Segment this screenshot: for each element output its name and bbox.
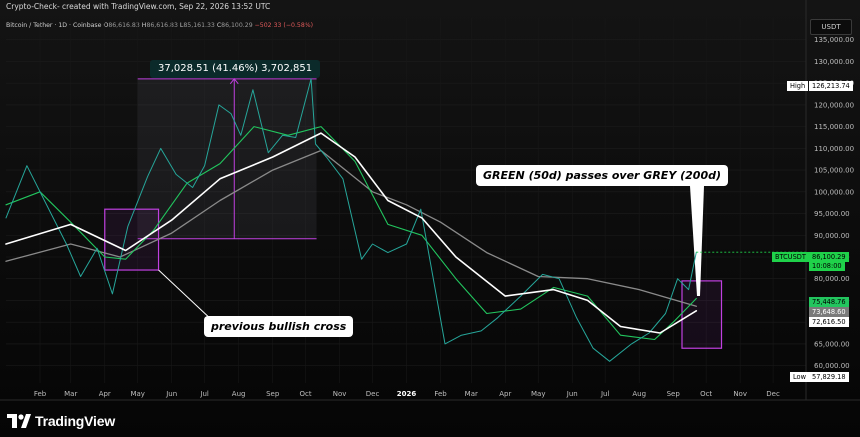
- ma50-value: 75,448.76: [809, 297, 849, 307]
- y-tick-label: 90,000.00: [814, 232, 850, 240]
- current-cross-box: [681, 280, 723, 349]
- x-tick-label: Sep: [667, 390, 681, 398]
- x-tick-label: Aug: [632, 390, 646, 398]
- y-tick-label: 95,000.00: [814, 210, 850, 218]
- x-tick-label: Mar: [64, 390, 77, 398]
- x-tick-label: May: [130, 390, 144, 398]
- x-tick-label: Jun: [165, 390, 177, 398]
- chart-root: Crypto-Check- created with TradingView.c…: [0, 0, 860, 437]
- symbol-tag: BTCUSDT: [772, 252, 809, 262]
- tradingview-logo[interactable]: TradingView: [7, 412, 115, 430]
- x-tick-label: Jun: [566, 390, 578, 398]
- high-value: 126,213.74: [809, 81, 853, 91]
- x-tick-label: Feb: [34, 390, 47, 398]
- ma200-value: 73,648.60: [809, 307, 849, 317]
- countdown: 10:08:00: [809, 261, 845, 271]
- y-tick-label: 115,000.00: [814, 123, 854, 131]
- y-tick-label: 100,000.00: [814, 188, 854, 196]
- x-tick-label: Sep: [266, 390, 280, 398]
- x-tick-label: 2026: [397, 390, 417, 398]
- high-tag: High: [787, 81, 809, 91]
- x-tick-label: Jul: [199, 390, 209, 398]
- x-tick-label: Mar: [465, 390, 478, 398]
- white-ma-value: 72,616.50: [809, 317, 849, 327]
- x-tick-label: Nov: [733, 390, 747, 398]
- x-tick-label: May: [531, 390, 545, 398]
- x-tick-label: Jul: [600, 390, 610, 398]
- low-value: 57,829.18: [809, 372, 849, 382]
- y-tick-label: 135,000.00: [814, 36, 854, 44]
- y-tick-label: 110,000.00: [814, 145, 854, 153]
- time-axis[interactable]: Feb Mar Apr May Jun Jul Aug Sep Oct Nov Dec 2026 Feb…: [0, 390, 860, 401]
- measure-label: 37,028.51 (41.46%) 3,702,851: [150, 60, 321, 78]
- y-tick-label: 60,000.00: [814, 362, 850, 370]
- cross-note: GREEN (50d) passes over GREY (200d): [476, 165, 728, 186]
- prev-note-pointer: [158, 269, 215, 323]
- x-tick-label: Oct: [700, 390, 712, 398]
- y-tick-label: 80,000.00: [814, 275, 850, 283]
- x-tick-label: Oct: [300, 390, 312, 398]
- x-tick-label: Apr: [99, 390, 111, 398]
- x-tick-label: Dec: [766, 390, 780, 398]
- x-tick-label: Apr: [499, 390, 511, 398]
- y-tick-label: 130,000.00: [814, 58, 854, 66]
- price-chart[interactable]: 135,000.00130,000.00125,000.00120,000.00…: [0, 0, 860, 437]
- x-tick-label: Dec: [366, 390, 380, 398]
- x-tick-label: Feb: [434, 390, 447, 398]
- x-tick-label: Nov: [333, 390, 347, 398]
- cross-note-pointer: [690, 186, 704, 296]
- y-tick-label: 120,000.00: [814, 101, 854, 109]
- tradingview-logo-text: TradingView: [35, 413, 116, 429]
- prev-cross-box: [104, 208, 160, 271]
- low-tag: Low: [790, 372, 809, 382]
- tradingview-logo-icon: [7, 414, 31, 428]
- y-tick-label: 105,000.00: [814, 167, 854, 175]
- y-tick-label: 65,000.00: [814, 340, 850, 348]
- prev-cross-note: previous bullish cross: [204, 316, 354, 337]
- x-tick-label: Aug: [232, 390, 246, 398]
- price-axis[interactable]: 135,000.00130,000.00125,000.00120,000.00…: [805, 0, 854, 400]
